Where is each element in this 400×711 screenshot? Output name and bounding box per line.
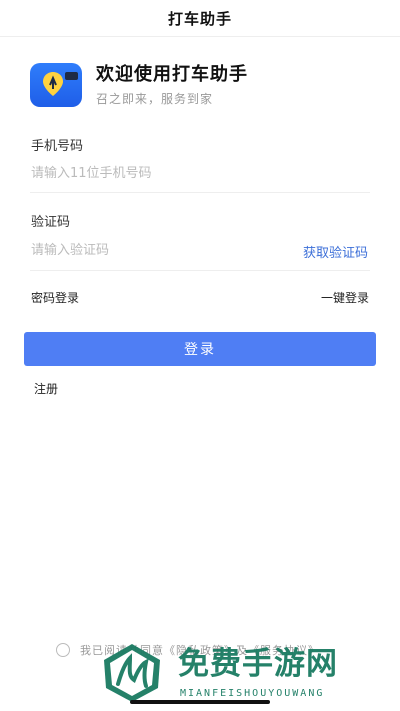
login-button[interactable]: 登录	[24, 332, 376, 366]
app-logo-tag	[65, 72, 78, 80]
code-label: 验证码	[31, 215, 71, 230]
watermark-subtitle: MIANFEISHOUYOUWANG	[180, 688, 325, 699]
password-login-link[interactable]: 密码登录	[31, 289, 79, 306]
agreement-text[interactable]: 我已阅读并同意《隐私政策》及《服务协议》	[80, 642, 320, 658]
brand-text: 欢迎使用打车助手 召之即来，服务到家	[96, 64, 248, 106]
verification-code-input[interactable]	[31, 238, 271, 262]
welcome-subtitle: 召之即来，服务到家	[96, 92, 214, 106]
agreement-row: 我已阅读并同意《隐私政策》及《服务协议》	[56, 642, 320, 658]
phone-input[interactable]	[31, 161, 301, 185]
nav-bar: 打车助手	[0, 0, 400, 37]
phone-divider	[30, 192, 370, 193]
get-code-button[interactable]: 获取验证码	[303, 242, 368, 261]
brand-header: 欢迎使用打车助手 召之即来，服务到家	[30, 63, 248, 107]
register-link[interactable]: 注册	[34, 380, 58, 397]
app-logo-icon	[30, 63, 82, 107]
page-title: 打车助手	[167, 9, 232, 28]
map-pin-icon	[43, 72, 63, 96]
welcome-title: 欢迎使用打车助手	[96, 64, 248, 85]
code-divider	[30, 270, 370, 271]
login-page: 打车助手 欢迎使用打车助手 召之即来，服务到家 手机号码 验证码 获取验证码 密…	[0, 0, 400, 711]
phone-label: 手机号码	[31, 139, 84, 154]
one-tap-login-link[interactable]: 一键登录	[321, 289, 369, 306]
agreement-checkbox[interactable]	[56, 643, 70, 657]
home-indicator	[130, 700, 270, 704]
